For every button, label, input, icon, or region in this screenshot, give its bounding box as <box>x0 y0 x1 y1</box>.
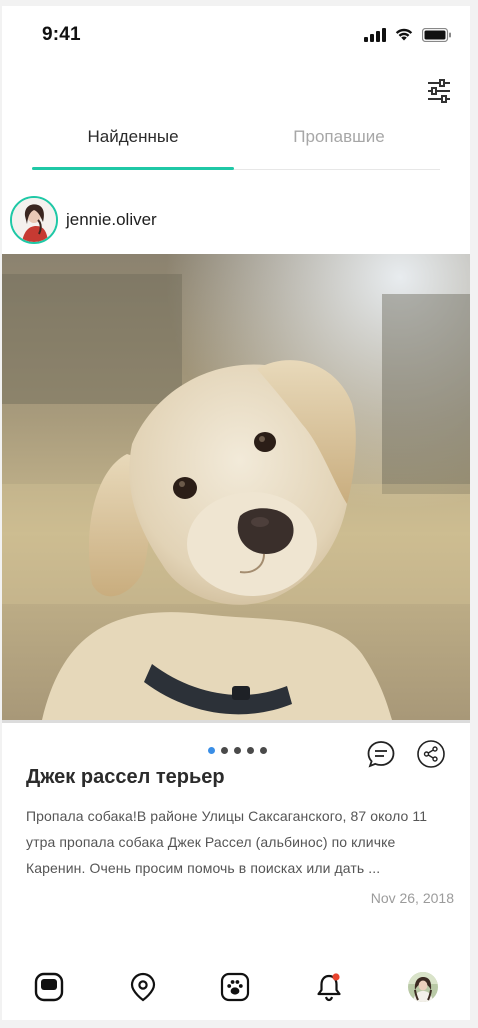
nav-home[interactable] <box>32 970 66 1004</box>
location-pin-icon <box>130 972 156 1002</box>
home-icon <box>34 972 64 1002</box>
post-description[interactable]: Пропала собака!В районе Улицы Саксаганск… <box>26 803 456 881</box>
signal-icon <box>364 27 386 42</box>
pager-dot[interactable] <box>260 747 267 754</box>
status-time: 9:41 <box>42 24 81 45</box>
pager-dot[interactable] <box>247 747 254 754</box>
tab-missing[interactable]: Пропавшие <box>238 118 440 170</box>
avatar[interactable] <box>10 196 58 244</box>
nav-profile[interactable] <box>406 970 440 1004</box>
tab-bar: Найденные Пропавшие <box>32 118 440 170</box>
status-icons <box>364 27 452 42</box>
comment-button[interactable] <box>366 739 396 769</box>
pager-dot[interactable] <box>234 747 241 754</box>
notification-badge <box>332 973 340 981</box>
bell-icon <box>317 973 341 1002</box>
nav-notifications[interactable] <box>312 970 346 1004</box>
tab-found[interactable]: Найденные <box>32 118 234 170</box>
active-tab-indicator <box>32 167 234 170</box>
share-button[interactable] <box>416 739 446 769</box>
share-icon <box>417 740 445 768</box>
dog-photo <box>2 254 470 720</box>
phone-screen: 9:41 Найденные Пропавшие jennie.oliver Д… <box>2 6 470 1020</box>
profile-avatar <box>408 972 438 1002</box>
wifi-icon <box>395 28 413 41</box>
profile-avatar-image <box>408 972 438 1002</box>
nav-map[interactable] <box>126 970 160 1004</box>
filter-button[interactable] <box>426 78 452 104</box>
pager-dot[interactable] <box>221 747 228 754</box>
pager-dot[interactable] <box>208 747 215 754</box>
battery-icon <box>422 27 451 42</box>
author-avatar-image <box>12 198 56 242</box>
photo-pager <box>208 747 267 754</box>
sliders-icon <box>428 79 450 103</box>
status-bar: 9:41 <box>2 6 470 62</box>
comment-icon <box>367 741 395 768</box>
bottom-nav <box>2 962 470 1014</box>
post-photo[interactable] <box>2 254 470 720</box>
paw-icon <box>220 972 250 1002</box>
nav-pets[interactable] <box>218 970 252 1004</box>
author-username[interactable]: jennie.oliver <box>66 210 157 230</box>
post-title: Джек рассел терьер <box>26 766 225 788</box>
photo-divider <box>2 720 470 723</box>
post-date: Nov 26, 2018 <box>370 890 454 906</box>
post-author: jennie.oliver <box>10 196 157 244</box>
